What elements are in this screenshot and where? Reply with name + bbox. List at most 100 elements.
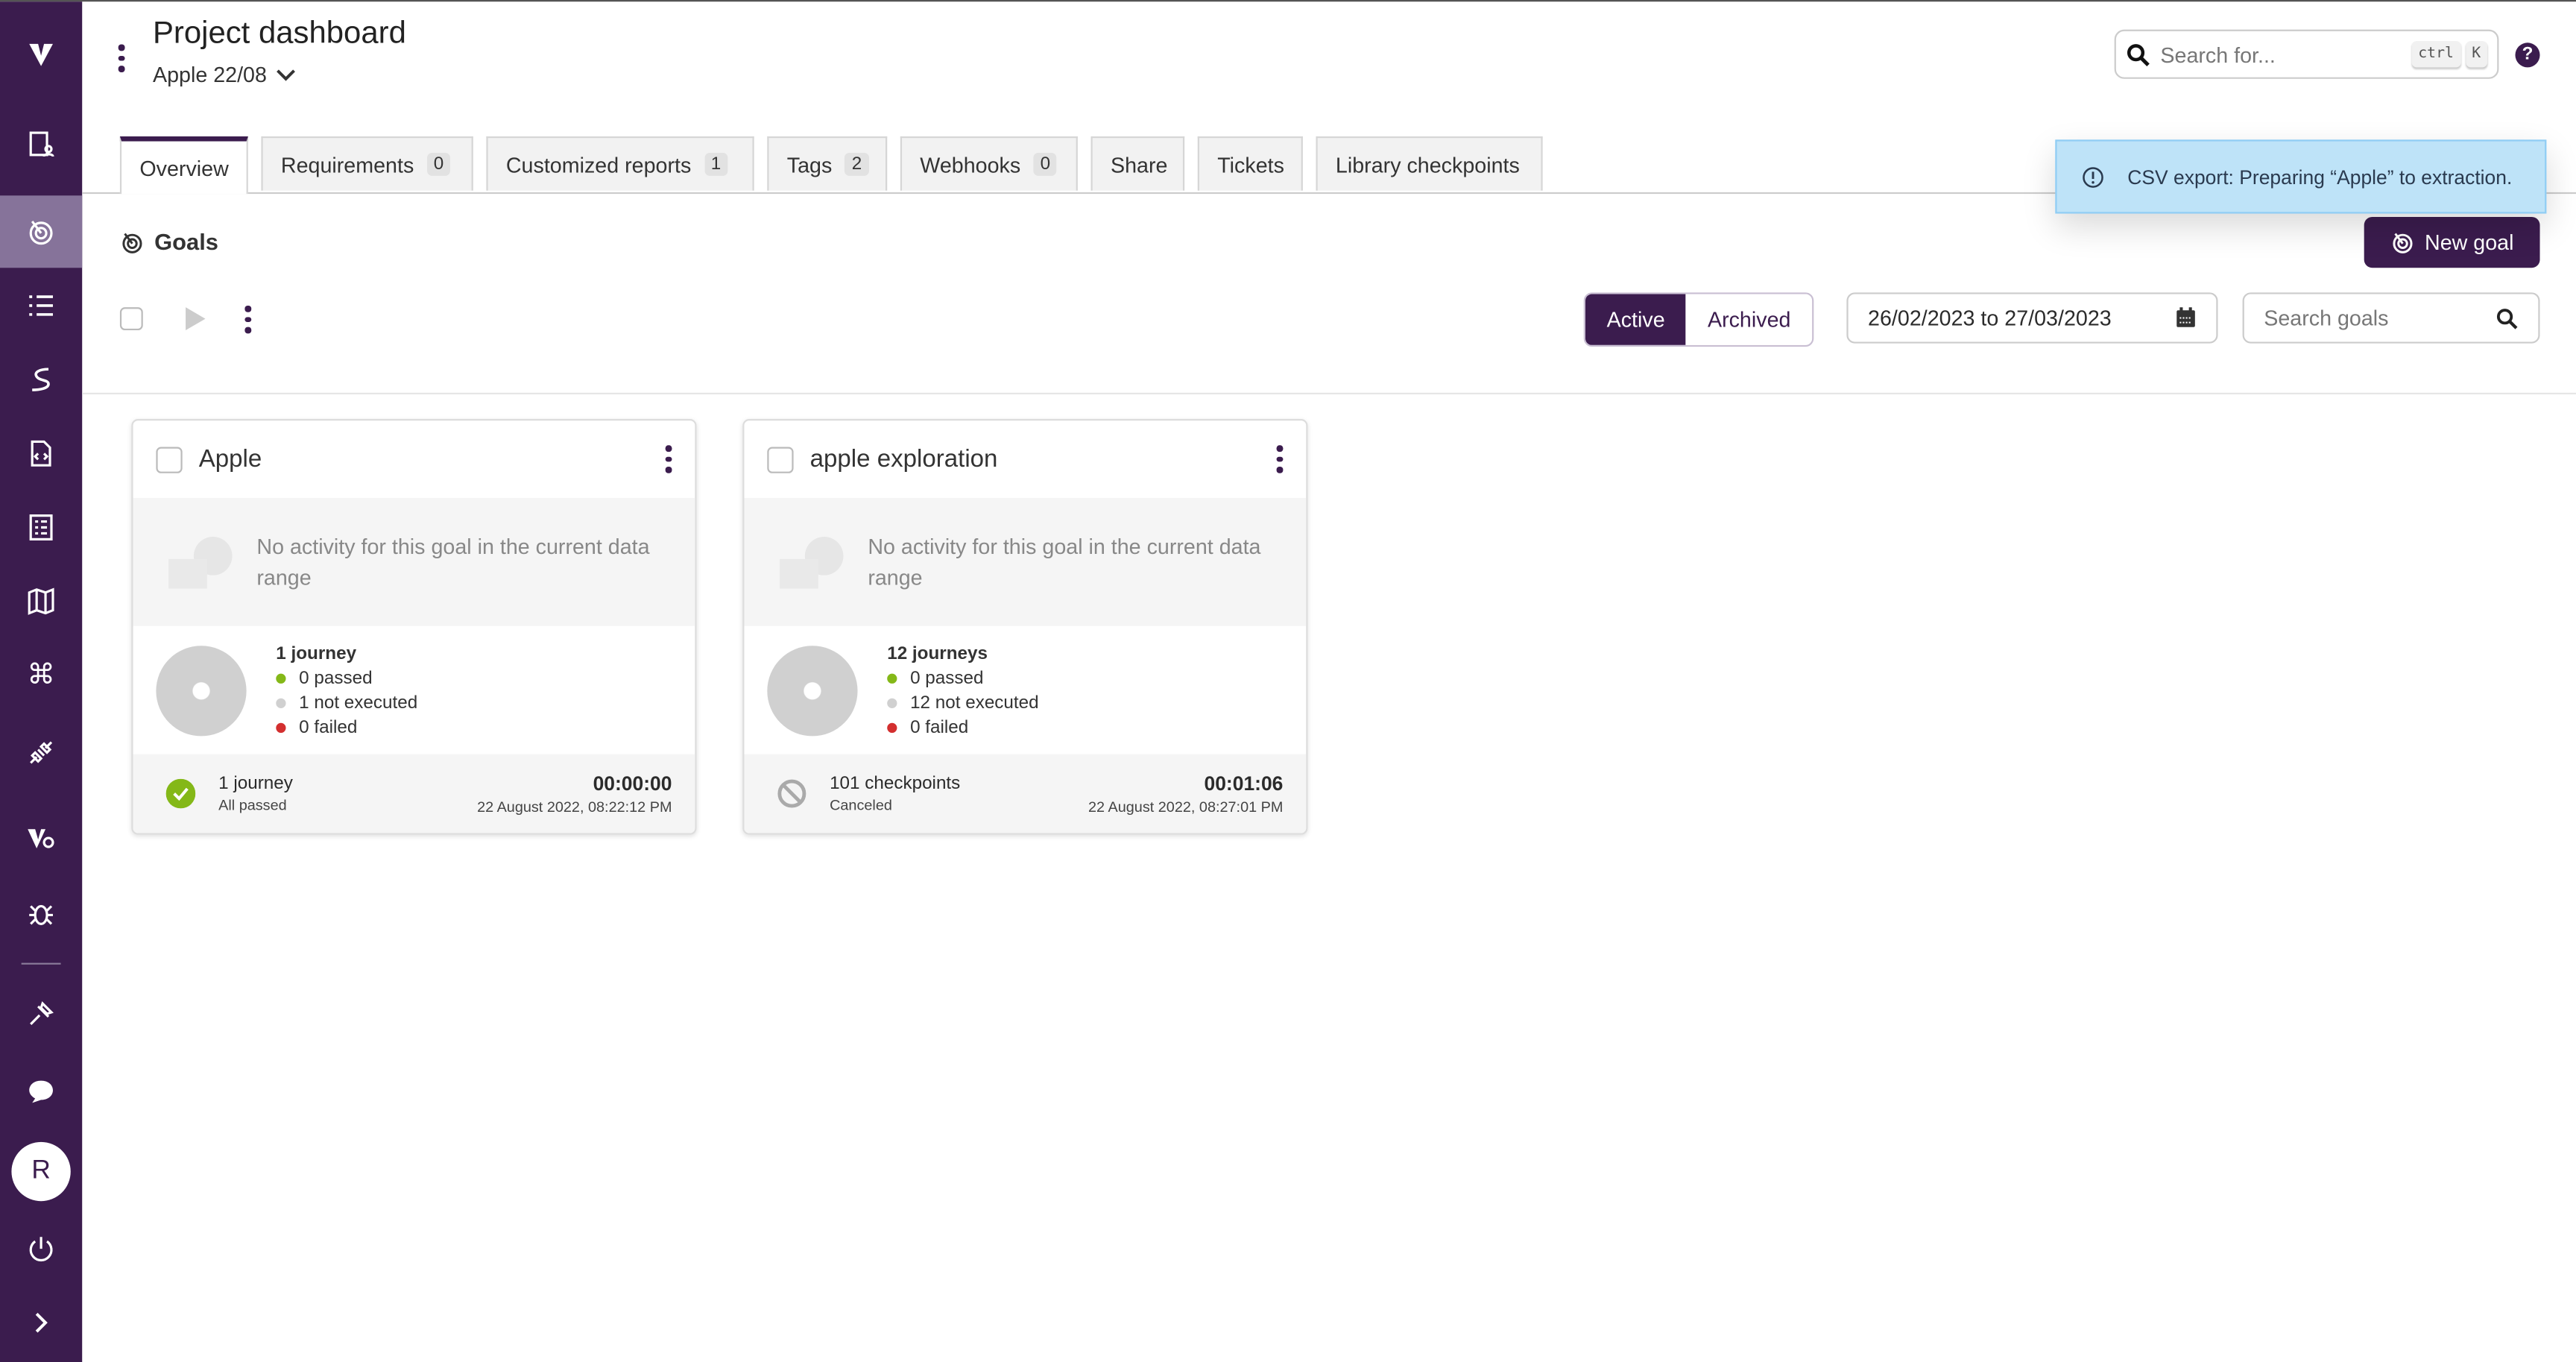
tab-count-badge: 1 (704, 152, 728, 176)
empty-state-illustration-icon (168, 537, 233, 589)
tab-requirements[interactable]: Requirements 0 (261, 136, 473, 191)
plug-icon[interactable] (0, 716, 82, 789)
power-icon[interactable] (0, 1213, 82, 1285)
filter-active-button[interactable]: Active (1585, 294, 1687, 345)
run-date: 22 August 2022, 08:22:12 PM (477, 798, 672, 816)
bulk-actions-kebab-icon[interactable] (242, 305, 255, 333)
search-placeholder: Search for... (2160, 42, 2276, 67)
run-date: 22 August 2022, 08:27:01 PM (1088, 798, 1284, 816)
legend-passed: 0 passed (887, 668, 1038, 687)
kbd-k: K (2465, 41, 2488, 68)
tab-webhooks[interactable]: Webhooks 0 (900, 136, 1078, 191)
check-circle-icon (165, 778, 196, 809)
pin-tool-icon[interactable] (0, 977, 82, 1050)
tab-count-badge: 0 (426, 152, 451, 176)
help-icon[interactable]: ? (2515, 42, 2540, 68)
goal-name[interactable]: apple exploration (810, 445, 1257, 473)
csv-export-toast: CSV export: Preparing “Apple” to extract… (2055, 139, 2547, 214)
goal-checkbox[interactable] (767, 446, 794, 473)
logo-v-icon[interactable] (0, 18, 82, 90)
search-icon (2496, 307, 2518, 329)
bug-icon[interactable] (0, 877, 82, 950)
last-run-status: All passed (218, 796, 287, 814)
date-range-value: 26/02/2023 to 27/03/2023 (1868, 305, 2112, 331)
last-run-title: 101 checkpoints (830, 774, 961, 794)
last-run-title: 1 journey (218, 774, 293, 794)
filter-archived-button[interactable]: Archived (1686, 294, 1813, 345)
sidebar: ⌘ R (0, 1, 83, 1362)
tab-customized-reports[interactable]: Customized reports 1 (486, 136, 754, 191)
legend-failed: 0 failed (887, 717, 1038, 737)
empty-message: No activity for this goal in the current… (868, 534, 1261, 590)
project-selector[interactable]: Apple 22/08 (153, 63, 297, 87)
dashboard-user-icon[interactable] (0, 108, 82, 180)
kbd-ctrl: ctrl (2411, 41, 2460, 68)
chevron-right-icon[interactable] (0, 1287, 82, 1359)
journeys-count: 1 journey (276, 643, 357, 663)
tab-tags[interactable]: Tags 2 (767, 136, 888, 191)
goals-target-icon[interactable] (0, 195, 83, 268)
v-gear-icon[interactable] (0, 802, 82, 874)
sidebar-divider (21, 962, 61, 965)
avatar[interactable]: R (11, 1141, 71, 1202)
run-duration: 00:00:00 (593, 772, 672, 795)
tab-tickets[interactable]: Tickets (1197, 136, 1303, 191)
tab-count-badge: 2 (845, 152, 869, 176)
goal-card[interactable]: Apple No activity for this goal in the c… (131, 419, 697, 835)
legend-not-executed: 1 not executed (276, 693, 417, 712)
chat-icon[interactable] (0, 1055, 82, 1127)
calendar-icon (2176, 307, 2195, 327)
goal-checkbox[interactable] (156, 446, 183, 473)
global-search-input[interactable]: Search for... ctrl K (2114, 29, 2499, 79)
tab-overview[interactable]: Overview (119, 136, 248, 195)
list-icon[interactable] (0, 269, 82, 341)
map-icon[interactable] (0, 565, 82, 637)
goals-title: Goals (154, 228, 218, 255)
search-goals-input[interactable]: Search goals (2242, 292, 2540, 344)
tab-label: Requirements (280, 151, 414, 177)
section-divider (82, 392, 2576, 394)
tab-label: Share (1110, 151, 1168, 177)
legend-failed: 0 failed (276, 717, 417, 737)
info-alert-icon (2083, 166, 2103, 187)
date-range-picker[interactable]: 26/02/2023 to 27/03/2023 (1846, 292, 2218, 344)
search-goals-placeholder: Search goals (2264, 305, 2389, 331)
tab-label: Tickets (1217, 151, 1284, 177)
new-goal-label: New goal (2425, 230, 2514, 255)
route-icon[interactable] (0, 344, 82, 416)
tab-share[interactable]: Share (1090, 136, 1185, 191)
active-archived-toggle: Active Archived (1583, 292, 1814, 347)
command-icon[interactable]: ⌘ (0, 639, 82, 711)
project-name: Apple 22/08 (152, 62, 267, 87)
canceled-icon (777, 779, 806, 808)
goal-card[interactable]: apple exploration No activity for this g… (742, 419, 1308, 835)
goal-menu-kebab-icon[interactable] (662, 445, 675, 473)
search-icon (2127, 43, 2150, 66)
goal-target-icon (2393, 233, 2413, 253)
project-menu-kebab-icon[interactable] (115, 44, 128, 72)
journey-donut-chart (767, 645, 858, 736)
empty-message: No activity for this goal in the current… (256, 534, 650, 590)
goals-heading: Goals (120, 228, 218, 255)
chevron-down-icon (277, 69, 296, 81)
toast-message: CSV export: Preparing “Apple” to extract… (2127, 165, 2513, 189)
legend-not-executed: 12 not executed (887, 693, 1039, 712)
journeys-count: 12 journeys (887, 643, 988, 663)
empty-state-illustration-icon (780, 537, 844, 589)
select-all-checkbox[interactable] (119, 307, 143, 331)
play-icon[interactable] (184, 306, 207, 332)
goal-target-icon (122, 232, 142, 253)
goal-name[interactable]: Apple (199, 445, 646, 473)
tab-label: Library checkpoints (1335, 151, 1520, 177)
journey-donut-chart (156, 645, 247, 736)
checklist-icon[interactable] (0, 491, 82, 564)
tab-label: Webhooks (920, 151, 1021, 177)
new-goal-button[interactable]: New goal (2364, 216, 2540, 268)
tab-label: Customized reports (505, 151, 692, 177)
tab-library-checkpoints[interactable]: Library checkpoints (1316, 136, 1543, 191)
page-title: Project dashboard (152, 16, 406, 51)
run-duration: 00:01:06 (1204, 772, 1284, 795)
last-run-status: Canceled (830, 796, 892, 814)
goal-menu-kebab-icon[interactable] (1273, 445, 1287, 473)
code-file-icon[interactable] (0, 417, 82, 490)
